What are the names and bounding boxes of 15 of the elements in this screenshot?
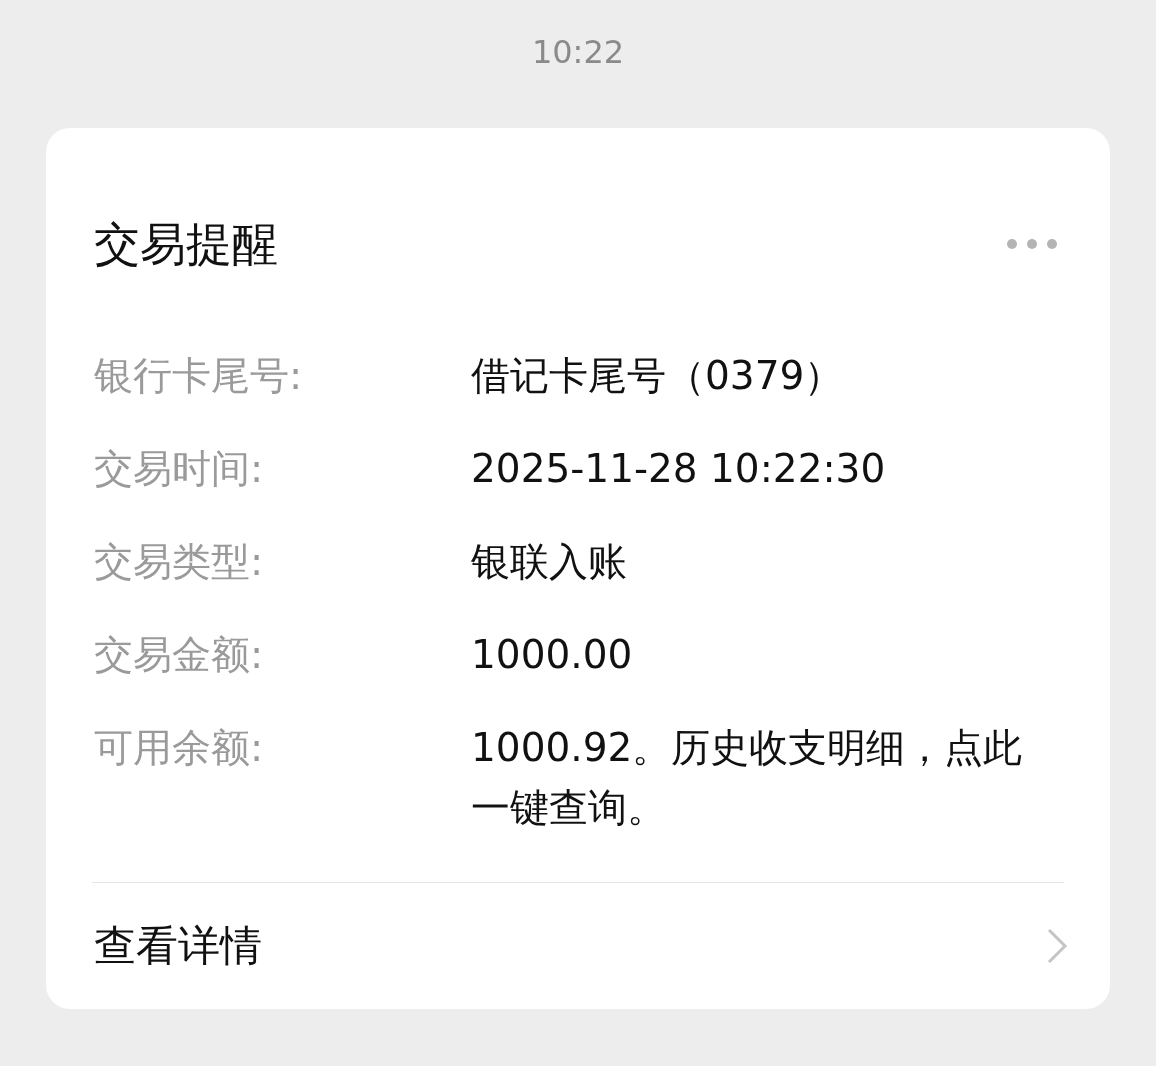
more-icon[interactable] — [1006, 238, 1058, 250]
field-label: 交易金额: — [94, 631, 265, 679]
field-value: 借记卡尾号（0379） — [471, 352, 845, 400]
field-label: 交易类型: — [94, 538, 265, 586]
message-time: 10:22 — [530, 32, 626, 73]
field-value: 1000.92。历史收支明细，点此一键查询。 — [471, 724, 1024, 832]
field-label: 可用余额: — [94, 724, 265, 772]
field-label: 交易时间: — [94, 445, 265, 493]
card-title: 交易提醒 — [94, 216, 278, 272]
field-value: 1000.00 — [471, 631, 634, 679]
view-details-link[interactable]: 查看详情 — [94, 883, 1064, 1009]
field-label: 银行卡尾号: — [94, 352, 304, 400]
field-value: 2025-11-28 10:22:30 — [471, 445, 887, 493]
field-value: 银联入账 — [471, 538, 628, 586]
chevron-right-icon — [1046, 927, 1068, 965]
